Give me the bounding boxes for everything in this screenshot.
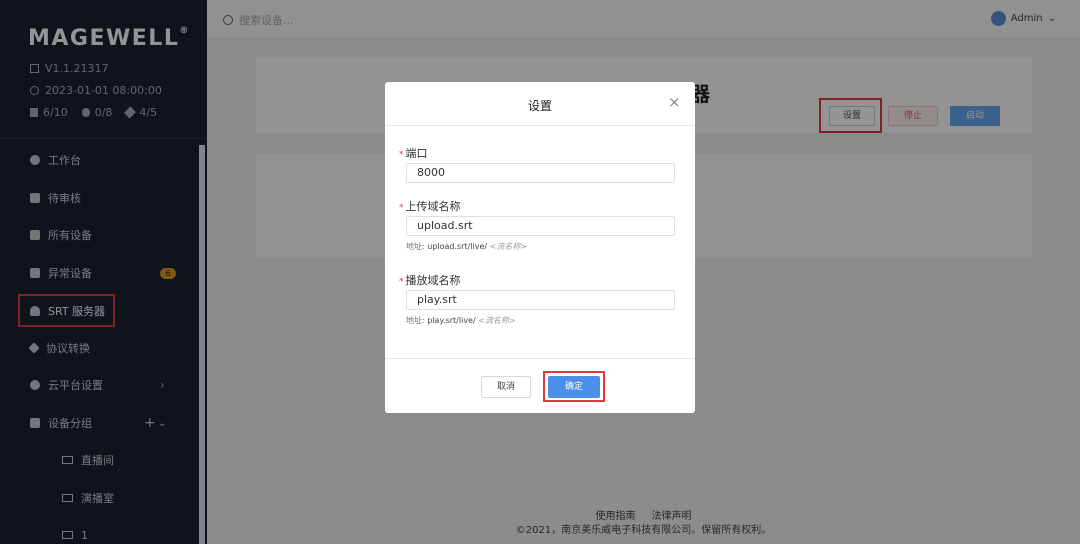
port-label: * 端口 xyxy=(399,147,428,160)
upload-address-hint: 地址: upload.srt/live/ <流名称> xyxy=(406,242,528,251)
dialog-footer-divider xyxy=(385,358,695,359)
dialog-title: 设置 xyxy=(527,99,552,113)
upload-domain-input[interactable]: upload.srt xyxy=(406,216,675,236)
cancel-button[interactable]: 取消 xyxy=(481,376,531,398)
port-input[interactable]: 8000 xyxy=(406,163,675,183)
play-domain-input[interactable]: play.srt xyxy=(406,290,675,310)
dialog-divider xyxy=(385,125,695,126)
upload-domain-label: * 上传域名称 xyxy=(399,200,461,213)
play-domain-label: * 播放域名称 xyxy=(399,274,461,287)
close-icon[interactable]: × xyxy=(668,95,681,110)
play-address-hint: 地址: play.srt/live/ <流名称> xyxy=(406,316,516,325)
settings-dialog: 设置 × * 端口 8000 * 上传域名称 upload.srt 地址: uplo… xyxy=(385,82,695,413)
confirm-highlight-box xyxy=(543,371,605,402)
